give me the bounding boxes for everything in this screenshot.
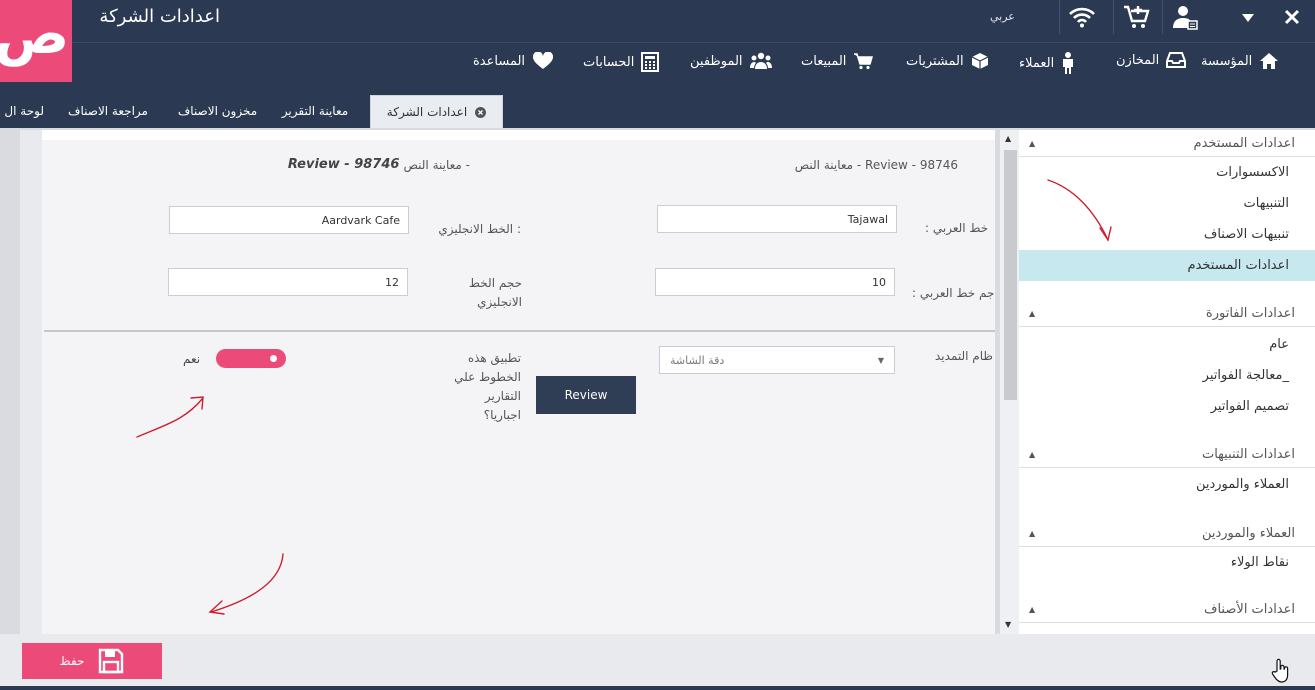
sidebar-item-alerts[interactable]: التنبيهات — [1019, 188, 1315, 219]
sidebar-item-invoice-design[interactable]: تصميم الفواتير — [1019, 391, 1315, 422]
cart-icon — [854, 53, 874, 70]
hand-cursor-icon — [1271, 658, 1289, 683]
window-title: اعدادات الشركة — [99, 6, 220, 27]
person-icon — [1063, 52, 1074, 74]
app-logo: ص — [0, 0, 72, 82]
wifi-icon[interactable] — [1059, 0, 1103, 34]
scroll-down-icon[interactable]: ▼ — [1005, 620, 1011, 629]
tab-report-preview[interactable]: معاينة التقرير — [265, 96, 365, 126]
stretch-select-value: دقة الشاشة — [670, 353, 725, 367]
tab-dashboard[interactable]: لوحة ال — [0, 96, 44, 126]
english-font-input[interactable]: Aardvark Cafe — [169, 206, 409, 234]
menu-warehouses[interactable]: المخازن — [1116, 52, 1187, 68]
sidebar-item-accessories[interactable]: الاكسسوارات — [1019, 157, 1315, 188]
sidebar-section-user-settings[interactable]: ▲ اعدادات المستخدم — [1019, 131, 1315, 157]
arabic-size-label: جم خط العربي : — [912, 286, 995, 300]
minimize-icon[interactable] — [1226, 0, 1270, 34]
arabic-preview-text: معاينة النص - Review - 98746 — [794, 158, 958, 172]
stretch-label: ظام التمديد — [935, 349, 993, 363]
user-settings-icon[interactable] — [1162, 0, 1206, 34]
floppy-disk-icon — [99, 648, 124, 674]
menu-employees[interactable]: الموظفين — [690, 52, 772, 70]
footer-bar — [0, 634, 1315, 690]
collapse-icon: ▲ — [1029, 139, 1036, 148]
language-selector[interactable]: عربي — [990, 10, 1015, 23]
english-preview: Review - 98746 معاينة النص - — [288, 157, 470, 172]
menu-sales[interactable]: المبيعات — [801, 52, 874, 70]
english-size-label: حجم الخط الانجليزي — [468, 276, 522, 309]
menu-customers[interactable]: العملاء — [1019, 52, 1075, 74]
english-font-label: الخط الانجليزي : — [438, 222, 521, 236]
tab-close-icon[interactable] — [475, 106, 487, 118]
menu-help[interactable]: المساعدة — [473, 52, 554, 70]
arabic-font-label: خط العربي : — [925, 221, 989, 235]
collapse-icon: ▲ — [1029, 529, 1036, 538]
sidebar-item-invoice-processing[interactable]: معالجة الفواتير_ — [1019, 360, 1315, 391]
dropdown-caret-icon: ▼ — [877, 355, 884, 365]
calculator-icon — [641, 52, 660, 72]
save-button[interactable]: حفظ — [22, 643, 162, 679]
tab-items-stock[interactable]: مخزون الاصناف — [170, 96, 265, 126]
stretch-select[interactable]: دقة الشاشة ▼ — [659, 346, 895, 374]
sidebar-item-general[interactable]: عام — [1019, 329, 1315, 360]
apply-fonts-toggle[interactable] — [216, 349, 286, 368]
tab-company-settings[interactable]: اعدادات الشركة — [370, 95, 503, 128]
users-icon — [749, 52, 772, 69]
inbox-icon — [1166, 52, 1187, 68]
save-label: حفظ — [59, 654, 85, 668]
menu-accounts[interactable]: الحسابات — [583, 52, 660, 72]
home-icon — [1260, 53, 1279, 69]
cube-icon — [971, 53, 988, 69]
english-preview-value: Review - 98746 — [287, 157, 400, 172]
sidebar-section-alert-settings[interactable]: ▲ اعدادات التنبيهات — [1019, 442, 1315, 468]
close-icon[interactable] — [1270, 0, 1314, 34]
english-size-input[interactable]: 12 — [168, 268, 408, 296]
review-button[interactable]: Review — [536, 376, 636, 414]
sidebar-item-user-settings[interactable]: اعدادات المستخدم — [1019, 250, 1315, 281]
collapse-icon: ▲ — [1029, 450, 1036, 459]
collapse-icon: ▲ — [1029, 605, 1036, 614]
sidebar-item-item-alerts[interactable]: تنبيهات الاصناف — [1019, 219, 1315, 250]
toggle-yes-label: نعم — [183, 352, 201, 366]
sidebar-section-item-settings[interactable]: ▲ اعدادات الأصناف — [1019, 597, 1315, 623]
heart-icon — [533, 52, 554, 69]
section-divider — [44, 330, 995, 332]
menu-purchases[interactable]: المشتريات — [906, 52, 989, 70]
english-preview-label: معاينة النص - — [403, 157, 470, 172]
collapse-icon: ▲ — [1029, 309, 1036, 318]
scroll-up-icon[interactable]: ▲ — [1005, 134, 1011, 143]
sidebar-section-customers-suppliers[interactable]: ▲ العملاء والموردين — [1019, 521, 1315, 547]
sidebar-item-customers-suppliers[interactable]: العملاء والموردين — [1019, 469, 1315, 500]
apply-fonts-label: تطبيق هذه الخطوط علي التقارير اجباريا؟ — [454, 351, 521, 422]
arabic-size-input[interactable]: 10 — [655, 268, 895, 296]
arabic-font-input[interactable]: Tajawal — [657, 205, 897, 233]
scrollbar-thumb[interactable] — [1004, 150, 1017, 400]
sidebar-section-invoice-settings[interactable]: ▲ اعدادات الفاتورة — [1019, 301, 1315, 327]
sidebar-item-loyalty-points[interactable]: نقاط الولاء — [1019, 547, 1315, 578]
cart-add-icon[interactable] — [1113, 0, 1157, 34]
tab-items-review[interactable]: مراجعة الاصناف — [58, 96, 158, 126]
menu-organization[interactable]: المؤسسة — [1201, 52, 1279, 70]
